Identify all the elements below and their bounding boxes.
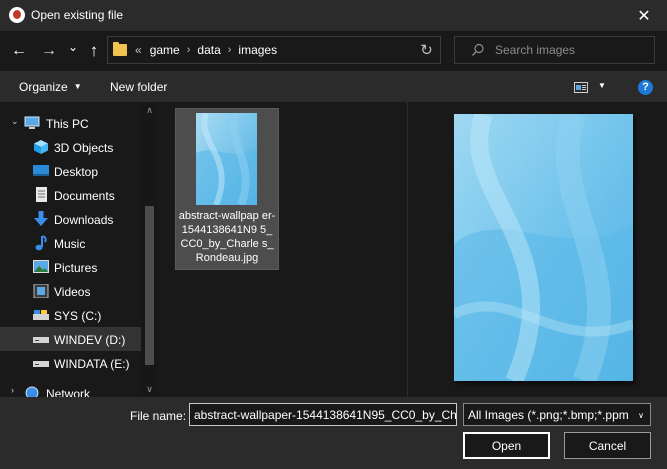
sidebar-item-pictures[interactable]: Pictures [0, 255, 141, 279]
scroll-down-icon[interactable]: ∨ [141, 382, 158, 396]
view-options-icon[interactable] [574, 82, 588, 93]
drive-icon [33, 310, 49, 320]
sidebar-item-label: Downloads [54, 213, 114, 227]
chevron-down-icon: ∨ [638, 411, 644, 420]
sidebar-item-label: Music [54, 237, 86, 251]
sidebar-item-label: Network [46, 387, 91, 397]
file-name-field[interactable] [189, 403, 457, 426]
scroll-up-icon[interactable]: ∧ [141, 103, 158, 117]
chevron-down-icon: ⌄ [67, 40, 79, 54]
sidebar-item-label: This PC [46, 117, 89, 131]
app-icon [9, 7, 25, 23]
refresh-button[interactable]: ↻ [412, 37, 440, 63]
toolbar: Organize ▼ New folder [0, 71, 667, 102]
drive-icon [33, 361, 49, 367]
file-type-value: All Images (*.png;*.bmp;*.ppm;*.jpg) [468, 408, 628, 422]
preview-pane [407, 102, 667, 397]
file-item[interactable]: abstract-wallpap er-1544138641N9 5_CC0_b… [175, 108, 279, 270]
sidebar-item-label: Documents [54, 189, 115, 203]
drive-icon [33, 337, 49, 343]
folder-icon [113, 42, 127, 56]
image-thumbnail [196, 113, 257, 205]
network-icon [25, 386, 39, 397]
breadcrumb-separator-icon[interactable]: › [228, 44, 232, 56]
sidebar-item-label: WINDATA (E:) [54, 357, 130, 371]
up-button[interactable]: ↑ [86, 40, 102, 62]
sidebar-item-downloads[interactable]: Downloads [0, 207, 141, 231]
sidebar-item-label: SYS (C:) [54, 309, 102, 323]
sidebar-item-windev-d[interactable]: WINDEV (D:) [0, 327, 141, 351]
close-button[interactable]: ✕ [621, 0, 667, 31]
cube-icon [34, 140, 48, 154]
dialog-footer: File name: All Images (*.png;*.bmp;*.ppm… [0, 397, 667, 469]
pictures-icon [33, 260, 49, 273]
sidebar-item-documents[interactable]: Documents [0, 183, 141, 207]
back-arrow-icon: ← [11, 42, 27, 59]
expand-chevron-icon[interactable]: › [11, 385, 14, 395]
breadcrumb-separator-icon[interactable]: › [187, 44, 191, 56]
open-button[interactable]: Open [463, 432, 550, 459]
breadcrumb-game[interactable]: game [150, 43, 180, 57]
forward-button[interactable]: → [40, 40, 58, 62]
sidebar-item-music[interactable]: Music [0, 231, 141, 255]
search-input[interactable] [495, 37, 650, 63]
file-list: abstract-wallpap er-1544138641N9 5_CC0_b… [161, 102, 406, 397]
image-preview [454, 114, 633, 381]
music-icon [35, 235, 47, 251]
download-icon [34, 211, 48, 226]
pc-icon [24, 116, 40, 129]
sidebar-item-label: Desktop [54, 165, 99, 179]
search-icon [472, 43, 484, 56]
file-name-label: File name: [130, 409, 187, 423]
desktop-icon [33, 165, 49, 176]
nav-scrollbar[interactable]: ∧ ∨ [141, 102, 158, 397]
sidebar-item-videos[interactable]: Videos [0, 279, 141, 303]
breadcrumb-data[interactable]: data [197, 43, 220, 57]
navigation-pane: ⌄ This PC 3D Objects Desktop Documents D… [0, 102, 160, 397]
expand-chevron-icon[interactable]: ⌄ [11, 116, 19, 127]
search-box[interactable] [454, 36, 655, 64]
title-bar: Open existing file ✕ [0, 0, 667, 31]
organize-label: Organize [19, 80, 68, 94]
recent-locations-button[interactable]: ⌄ [66, 36, 80, 58]
sidebar-item-sys-c[interactable]: SYS (C:) [0, 303, 141, 327]
sidebar-item-3d-objects[interactable]: 3D Objects [0, 135, 141, 159]
document-icon [36, 187, 47, 202]
sidebar-item-desktop[interactable]: Desktop [0, 159, 141, 183]
sidebar-item-label: Pictures [54, 261, 98, 275]
sidebar-item-network[interactable]: › Network [0, 383, 141, 397]
refresh-icon: ↻ [420, 42, 433, 59]
breadcrumb-overflow[interactable]: « [135, 43, 142, 57]
breadcrumb-images[interactable]: images [238, 43, 277, 57]
new-folder-button[interactable]: New folder [110, 80, 167, 94]
back-button[interactable]: ← [10, 40, 28, 62]
window-title: Open existing file [31, 8, 124, 22]
forward-arrow-icon: → [41, 42, 57, 59]
videos-icon [33, 284, 49, 298]
chevron-down-icon: ▼ [73, 82, 82, 91]
file-name-label: abstract-wallpap er-1544138641N9 5_CC0_b… [178, 210, 276, 264]
up-arrow-icon: ↑ [89, 41, 99, 60]
cancel-button[interactable]: Cancel [564, 432, 651, 459]
file-type-select[interactable]: All Images (*.png;*.bmp;*.ppm;*.jpg) ∨ [463, 403, 651, 426]
sidebar-item-this-pc[interactable]: ⌄ This PC [0, 111, 141, 135]
help-icon[interactable]: ? [638, 80, 653, 95]
sidebar-item-label: Videos [54, 285, 91, 299]
sidebar-item-label: 3D Objects [54, 141, 114, 155]
sidebar-item-windata-e[interactable]: WINDATA (E:) [0, 351, 141, 375]
scroll-thumb[interactable] [145, 206, 154, 365]
sidebar-item-label: WINDEV (D:) [54, 333, 126, 347]
address-bar[interactable]: « game › data › images ↻ [107, 36, 441, 64]
organize-button[interactable]: Organize ▼ [19, 80, 82, 94]
chevron-down-icon[interactable]: ▼ [598, 81, 606, 90]
